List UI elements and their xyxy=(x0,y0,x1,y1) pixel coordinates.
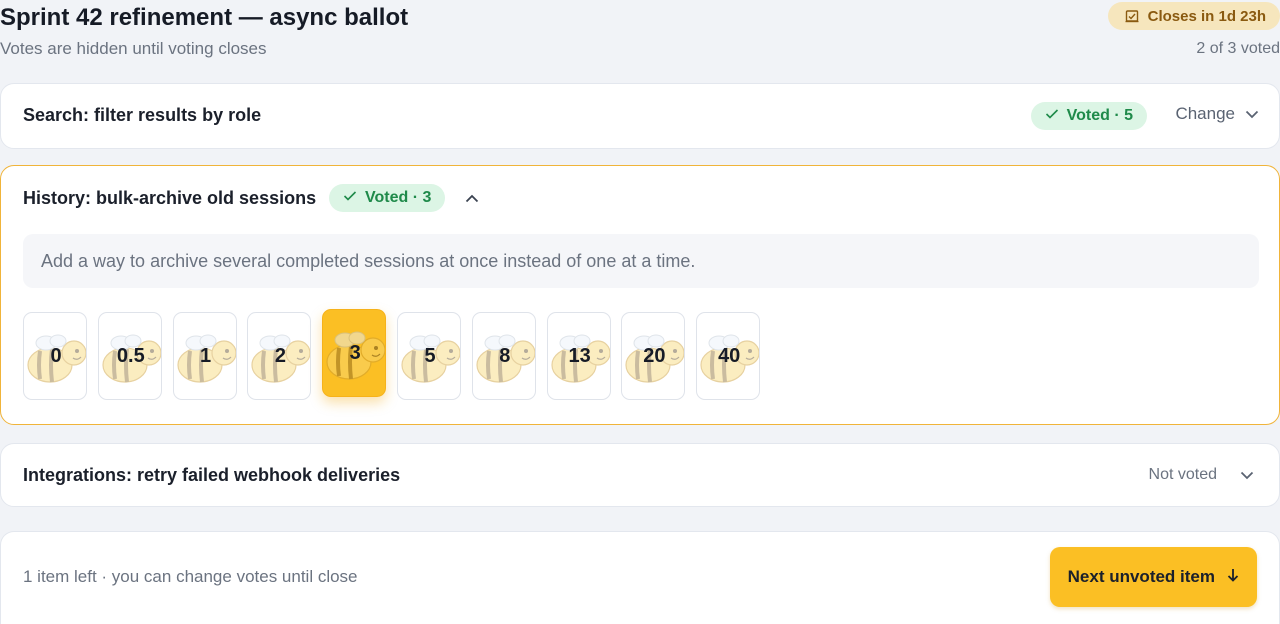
check-icon xyxy=(1045,107,1059,125)
estimate-value: 3 xyxy=(349,341,361,364)
item-title: History: bulk-archive old sessions xyxy=(23,188,317,208)
check-icon xyxy=(343,189,357,207)
voted-badge: Voted · 3 xyxy=(329,184,446,212)
closes-label: Closes in 1d 23h xyxy=(1147,7,1266,25)
ballot-item-expanded[interactable]: History: bulk-archive old sessions Voted… xyxy=(0,165,1280,425)
item-title: Integrations: retry failed webhook deliv… xyxy=(23,465,401,485)
footer-bar: 1 item left · you can change votes until… xyxy=(0,531,1280,624)
not-voted-status: Not voted xyxy=(1148,466,1217,483)
page-title: Sprint 42 refinement — async ballot xyxy=(0,4,409,31)
estimate-card-1[interactable]: 1 xyxy=(172,312,237,400)
ballot-item[interactable]: Integrations: retry failed webhook deliv… xyxy=(0,443,1280,507)
change-vote-button[interactable]: Change xyxy=(1175,104,1259,124)
estimate-card-20[interactable]: 20 xyxy=(621,312,686,400)
estimate-card-0[interactable]: 0 xyxy=(23,312,87,400)
estimate-value: 1 xyxy=(200,344,212,367)
ballot-item[interactable]: Search: filter results by role Voted · 5… xyxy=(0,83,1280,149)
next-label: Next unvoted item xyxy=(1067,567,1215,586)
next-unvoted-button[interactable]: Next unvoted item xyxy=(1049,547,1257,607)
estimate-value: 5 xyxy=(424,344,436,367)
voted-badge: Voted · 5 xyxy=(1030,102,1147,130)
estimate-value: 40 xyxy=(718,344,741,367)
estimate-value: 0 xyxy=(50,344,62,367)
chevron-up-icon xyxy=(465,190,479,208)
item-description: Add a way to archive several completed s… xyxy=(23,234,1259,288)
expand-button[interactable] xyxy=(1237,466,1257,486)
voted-count: 2 of 3 voted xyxy=(1196,40,1280,57)
estimate-value: 20 xyxy=(643,344,666,367)
estimate-card-40[interactable]: 40 xyxy=(696,312,761,400)
estimate-value: 0.5 xyxy=(116,344,145,367)
estimate-card-2[interactable]: 2 xyxy=(247,312,312,400)
voted-badge-label: Voted · 3 xyxy=(365,189,432,206)
estimate-card-0-5[interactable]: 0.5 xyxy=(97,312,162,400)
ballot-box-icon xyxy=(1124,8,1140,24)
closes-badge: Closes in 1d 23h xyxy=(1107,2,1280,30)
estimate-card-3[interactable]: 3 xyxy=(322,309,387,397)
estimate-value: 2 xyxy=(274,344,286,367)
page-header: Sprint 42 refinement — async ballot Vote… xyxy=(0,0,1280,72)
estimate-value: 8 xyxy=(499,344,511,367)
items-left-text: 1 item left · you can change votes until… xyxy=(23,567,358,586)
voted-badge-label: Voted · 5 xyxy=(1066,107,1133,124)
page-subtitle: Votes are hidden until voting closes xyxy=(0,39,267,58)
chevron-down-icon xyxy=(1245,104,1259,124)
estimate-card-5[interactable]: 5 xyxy=(397,312,461,400)
change-label: Change xyxy=(1175,104,1235,123)
item-title: Search: filter results by role xyxy=(23,105,262,125)
estimate-card-8[interactable]: 8 xyxy=(471,312,536,400)
estimate-card-13[interactable]: 13 xyxy=(546,312,611,400)
estimate-value: 13 xyxy=(568,344,591,367)
chevron-down-icon xyxy=(1240,467,1254,485)
arrow-down-icon xyxy=(1227,567,1239,587)
collapse-button[interactable] xyxy=(461,189,483,209)
